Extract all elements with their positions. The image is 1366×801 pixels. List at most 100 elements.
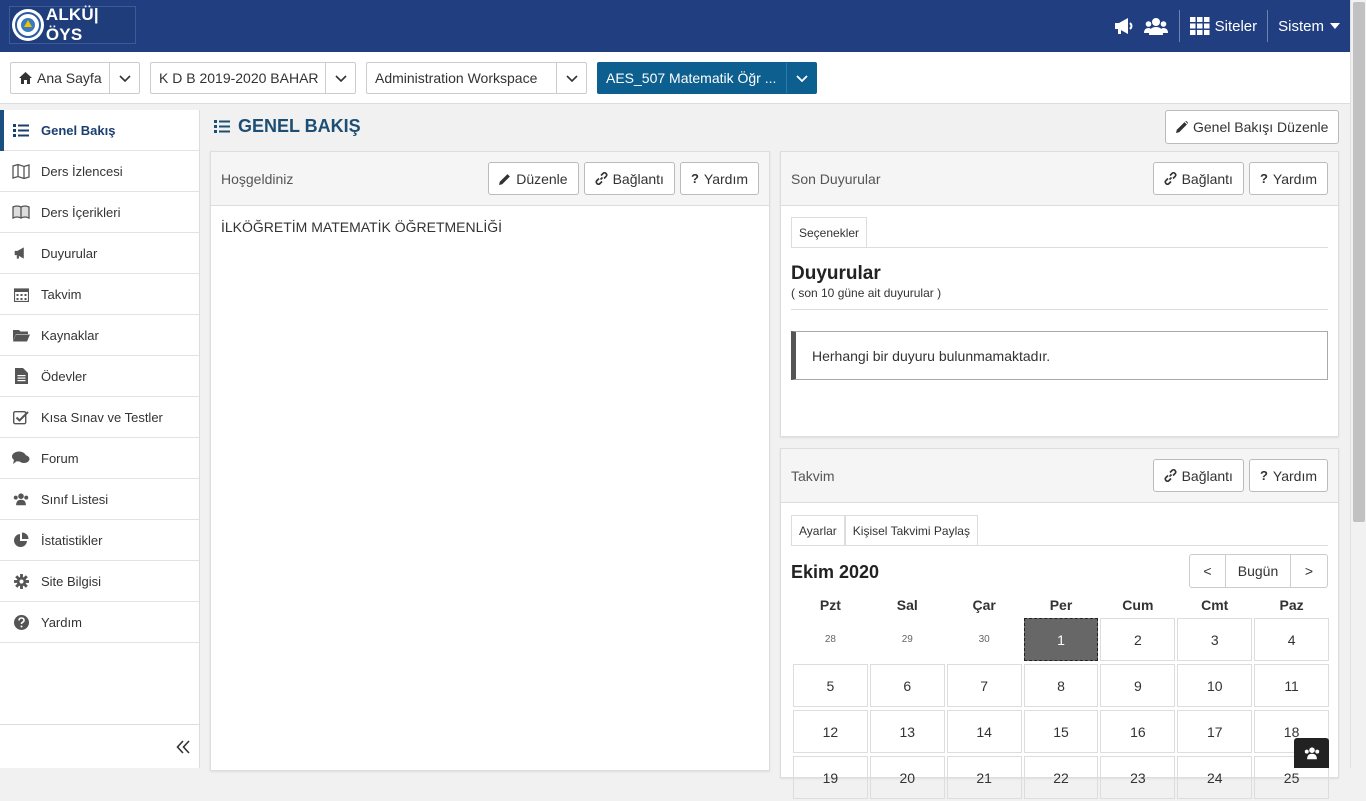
sidebar-item-syllabus[interactable]: Ders İzlencesi: [0, 151, 199, 192]
edit-label: Düzenle: [516, 170, 568, 187]
calendar-day[interactable]: 23: [1100, 756, 1176, 799]
vertical-scrollbar[interactable]: [1350, 0, 1366, 768]
weekday-label: Paz: [1279, 597, 1304, 613]
tab-options[interactable]: Seçenekler: [791, 217, 868, 247]
panel-header: Takvim Bağlantı ? Yardım: [781, 449, 1338, 503]
tab-bar: Seçenekler: [791, 217, 1328, 248]
announcements-heading: Duyurular: [791, 263, 881, 284]
sidebar-item-contents[interactable]: Ders İçerikleri: [0, 192, 199, 233]
prev-month-button[interactable]: <: [1189, 554, 1226, 588]
breadcrumb-term[interactable]: K D B 2019-2020 BAHAR: [150, 62, 356, 94]
calendar-day[interactable]: 14: [946, 710, 1022, 753]
next-month-button[interactable]: >: [1291, 554, 1328, 588]
calendar-day-other-month[interactable]: 30: [947, 618, 1022, 661]
weekday-label: Per: [1049, 597, 1073, 613]
weekday-label: Sal: [896, 597, 918, 613]
calendar-day[interactable]: 17: [1177, 710, 1253, 753]
chevron-down-icon[interactable]: [556, 63, 586, 93]
calendar-month-title: Ekim 2020: [791, 562, 880, 582]
calendar-day[interactable]: 24: [1177, 756, 1253, 799]
scrollbar-thumb[interactable]: [1353, 2, 1365, 522]
sidebar-item-roster[interactable]: Sınıf Listesi: [0, 479, 199, 520]
online-users-button[interactable]: [1294, 738, 1329, 768]
help-button[interactable]: ? Yardım: [1248, 459, 1328, 492]
sidebar-item-assignments[interactable]: Ödevler: [0, 356, 199, 397]
sidebar-item-overview[interactable]: Genel Bakış: [0, 110, 199, 151]
breadcrumb-label: K D B 2019-2020 BAHAR: [159, 70, 319, 86]
calendar-day[interactable]: 5: [793, 664, 868, 707]
calendar-day[interactable]: 21: [946, 756, 1022, 799]
calendar-day[interactable]: 6: [869, 664, 945, 707]
calendar-day-today[interactable]: 1: [1023, 618, 1099, 661]
calendar-day[interactable]: 2: [1100, 618, 1176, 661]
calendar-week: 19 20 21 22 23 24 25: [792, 755, 1330, 801]
checkbox-icon: [12, 408, 30, 426]
help-button[interactable]: ? Yardım: [1248, 162, 1328, 195]
calendar-grid: Pzt Sal Çar Per Cum Cmt Paz 28 29 30 1 2…: [792, 594, 1330, 801]
chevron-down-icon[interactable]: [786, 63, 816, 93]
sidebar-item-forum[interactable]: Forum: [0, 438, 199, 479]
sidebar-item-announcements[interactable]: Duyurular: [0, 233, 199, 274]
sidebar-item-statistics[interactable]: İstatistikler: [0, 520, 199, 561]
gear-icon: [12, 572, 30, 590]
tab-share-calendar[interactable]: Kişisel Takvimi Paylaş: [844, 515, 978, 545]
sites-button[interactable]: Siteler: [1189, 17, 1257, 35]
calendar-day-other-month[interactable]: 28: [793, 618, 868, 661]
edit-button[interactable]: Düzenle: [488, 162, 579, 195]
link-icon: [1164, 172, 1177, 185]
calendar-day[interactable]: 10: [1177, 664, 1253, 707]
edit-overview-button[interactable]: Genel Bakışı Düzenle: [1165, 110, 1340, 144]
help-label: Yardım: [1272, 467, 1317, 484]
help-button[interactable]: ? Yardım: [679, 162, 759, 195]
folder-icon: [12, 326, 30, 344]
sidebar-item-label: Kaynaklar: [41, 327, 99, 343]
calendar-day[interactable]: 4: [1254, 618, 1330, 661]
calendar-day[interactable]: 7: [946, 664, 1022, 707]
grid-icon: [1189, 17, 1210, 35]
help-label: Yardım: [1272, 170, 1317, 187]
sidebar-item-site-info[interactable]: Site Bilgisi: [0, 561, 199, 602]
calendar-day[interactable]: 20: [869, 756, 945, 799]
bullhorn-icon[interactable]: [1111, 13, 1137, 39]
calendar-day[interactable]: 22: [1023, 756, 1099, 799]
calendar-day[interactable]: 3: [1177, 618, 1253, 661]
logo-text: ALKÜ|ÖYS: [45, 5, 99, 44]
tab-settings[interactable]: Ayarlar: [791, 515, 845, 545]
site-logo[interactable]: ALKÜ|ÖYS: [9, 5, 136, 44]
calendar-nav: < Bugün >: [1189, 554, 1328, 588]
calendar-day[interactable]: 11: [1254, 664, 1330, 707]
breadcrumb-home[interactable]: Ana Sayfa: [10, 62, 140, 94]
breadcrumb-workspace[interactable]: Administration Workspace: [366, 62, 587, 94]
today-button[interactable]: Bugün: [1226, 554, 1291, 588]
calendar-day[interactable]: 16: [1100, 710, 1176, 753]
calendar-day[interactable]: 8: [1023, 664, 1099, 707]
collapse-sidebar-button[interactable]: [0, 724, 200, 768]
sidebar-item-resources[interactable]: Kaynaklar: [0, 315, 199, 356]
sidebar-item-label: Kısa Sınav ve Testler: [41, 409, 163, 425]
sidebar-item-quizzes[interactable]: Kısa Sınav ve Testler: [0, 397, 199, 438]
link-icon: [1164, 469, 1177, 482]
calendar-day[interactable]: 12: [793, 710, 868, 753]
page-title-text: GENEL BAKIŞ: [238, 116, 361, 136]
document-icon: [12, 367, 30, 385]
calendar-week: 12 13 14 15 16 17 18: [792, 709, 1330, 755]
breadcrumb-course[interactable]: AES_507 Matematik Öğr ...: [597, 62, 817, 94]
link-icon: [595, 172, 608, 185]
panel-title: Takvim: [791, 467, 835, 484]
link-button[interactable]: Bağlantı: [1152, 459, 1244, 492]
calendar-day[interactable]: 15: [1023, 710, 1099, 753]
sidebar-item-calendar[interactable]: Takvim: [0, 274, 199, 315]
chevron-down-icon[interactable]: [325, 63, 355, 93]
users-icon[interactable]: [1143, 13, 1169, 39]
link-button[interactable]: Bağlantı: [583, 162, 675, 195]
sidebar: Genel Bakış Ders İzlencesi Ders İçerikle…: [0, 110, 200, 768]
link-button[interactable]: Bağlantı: [1152, 162, 1244, 195]
sidebar-item-help[interactable]: Yardım: [0, 602, 199, 643]
system-menu-button[interactable]: Sistem: [1278, 18, 1340, 35]
calendar-day[interactable]: 9: [1100, 664, 1176, 707]
calendar-day[interactable]: 19: [793, 756, 868, 799]
calendar-day-other-month[interactable]: 29: [870, 618, 945, 661]
chevron-down-icon[interactable]: [109, 63, 139, 93]
calendar-day[interactable]: 13: [869, 710, 945, 753]
help-label: Yardım: [703, 170, 748, 187]
